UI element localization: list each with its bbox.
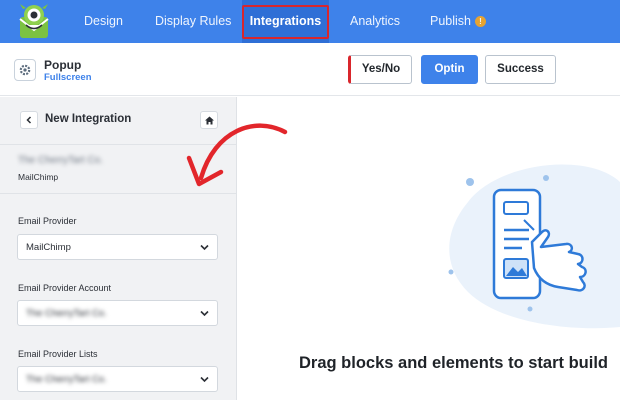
sidebar-title: New Integration [45,113,132,125]
integration-account-name: The CherryTart Co. [18,155,104,166]
email-provider-account-label: Email Provider Account [18,283,112,293]
optinmonster-logo-icon[interactable] [14,3,54,41]
email-provider-select[interactable]: MailChimp [17,234,218,260]
chevron-down-icon [200,310,209,317]
nav-tab-publish[interactable]: Publish! [430,0,486,43]
nav-tab-analytics[interactable]: Analytics [350,0,400,43]
back-button[interactable] [20,111,38,129]
integration-provider: MailChimp [18,172,59,182]
email-provider-account-value: The CherryTart Co. [26,308,107,319]
gear-icon [19,64,31,76]
email-provider-value: MailChimp [26,242,71,253]
email-provider-label: Email Provider [18,216,77,226]
success-view-button[interactable]: Success [485,55,556,84]
email-provider-lists-value: The CherryTart Co. [26,374,107,385]
campaign-header: Popup Fullscreen Yes/No Optin Success [0,43,620,96]
nav-tab-display-rules[interactable]: Display Rules [155,0,231,43]
campaign-type: Fullscreen [44,72,92,83]
chevron-down-icon [200,244,209,251]
campaign-name: Popup [44,58,82,72]
email-provider-lists-select[interactable]: The CherryTart Co. [17,366,218,392]
builder-canvas[interactable]: Drag blocks and elements to start build [238,97,620,400]
curved-arrow-annotation-icon [186,123,288,187]
drag-hand-illustration [448,164,620,329]
chevron-down-icon [200,376,209,383]
email-provider-lists-label: Email Provider Lists [18,349,98,359]
campaign-settings-button[interactable] [14,59,36,81]
top-navigation: Design Display Rules Integrations Analyt… [0,0,620,43]
app-window: Design Display Rules Integrations Analyt… [0,0,620,400]
chevron-left-icon [26,116,32,124]
email-provider-account-select[interactable]: The CherryTart Co. [17,300,218,326]
publish-alert-badge: ! [475,16,486,28]
nav-tab-design[interactable]: Design [84,0,123,43]
optin-view-button[interactable]: Optin [421,55,478,84]
nav-tab-publish-label: Publish [430,14,471,28]
nav-tab-integrations[interactable]: Integrations [242,0,329,43]
canvas-empty-message: Drag blocks and elements to start build [299,354,608,372]
yes-no-view-button[interactable]: Yes/No [348,55,412,84]
